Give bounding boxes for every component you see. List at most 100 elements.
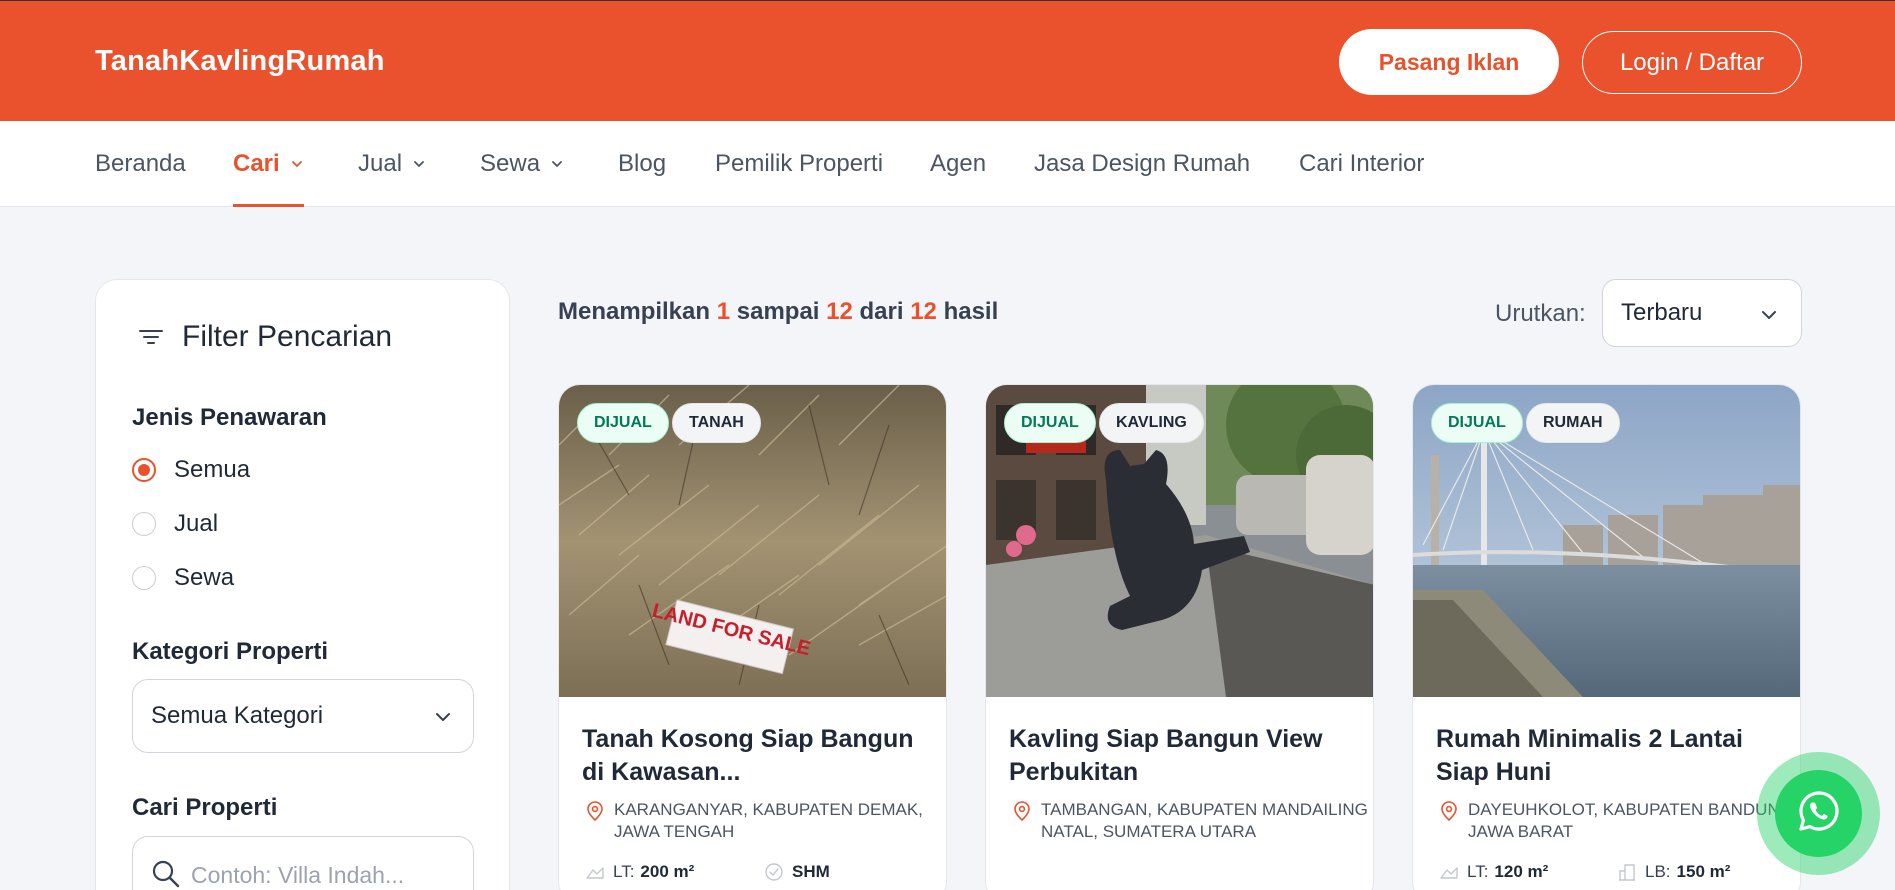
radio-button[interactable] [132, 512, 156, 536]
chevron-down-icon [1759, 304, 1779, 332]
filter-title-text: Filter Pencarian [182, 320, 393, 353]
chevron-down-icon [433, 706, 453, 734]
spec-value: 200 m² [640, 862, 695, 881]
listing-card[interactable]: DIJUAL KAVLING Kavling Siap Bangun View … [985, 384, 1374, 890]
radio-label: Semua [174, 456, 251, 483]
listing-location: TAMBANGAN, KABUPATEN MANDAILING NATAL, S… [1013, 799, 1371, 843]
category-badge: KAVLING [1099, 403, 1204, 443]
results-text: hasil [943, 298, 999, 325]
map-pin-icon [1440, 801, 1458, 843]
listing-image-land[interactable]: LAND FOR SALE DIJUAL TANAH [559, 385, 946, 697]
spec-value: 120 m² [1494, 862, 1549, 881]
nav-label: Beranda [95, 150, 186, 177]
offer-badge: DIJUAL [577, 403, 669, 443]
category-select[interactable]: Semua Kategori [132, 679, 474, 753]
search-field[interactable] [132, 836, 474, 890]
map-pin-icon [1013, 801, 1031, 843]
nav-label: Sewa [480, 150, 541, 177]
brand-logo[interactable]: TanahKavlingRumah [95, 45, 385, 78]
map-pin-icon [586, 801, 604, 843]
main-nav: Beranda Cari Jual Sewa Blog Pemilik Prop… [0, 121, 1895, 207]
spec-value: 150 m² [1676, 862, 1731, 881]
listing-location-text: TAMBANGAN, KABUPATEN MANDAILING NATAL, S… [1041, 800, 1368, 841]
listing-spec-certificate: SHM [764, 862, 830, 882]
sort-label: Urutkan: [1495, 300, 1586, 327]
filter-panel: Filter Pencarian Jenis Penawaran Semua J… [95, 279, 510, 890]
nav-item-beranda[interactable]: Beranda [95, 121, 186, 207]
results-text: sampai [736, 298, 820, 325]
spec-label: LB: [1645, 862, 1671, 881]
results-total: 12 [910, 298, 937, 325]
listing-title[interactable]: Tanah Kosong Siap Bangun di Kawasan... [582, 723, 932, 789]
nav-item-blog[interactable]: Blog [618, 121, 666, 207]
nav-item-jual[interactable]: Jual [358, 121, 426, 207]
nav-item-agen[interactable]: Agen [930, 121, 986, 207]
spec-value: SHM [792, 862, 830, 881]
land-area-icon [585, 862, 605, 882]
nav-item-pemilik-properti[interactable]: Pemilik Properti [715, 121, 883, 207]
nav-label: Blog [618, 150, 667, 177]
chevron-down-icon [290, 157, 304, 171]
top-header: TanahKavlingRumah Pasang Iklan Login / D… [0, 0, 1895, 121]
listing-title[interactable]: Kavling Siap Bangun View Perbukitan [1009, 723, 1359, 789]
radio-button[interactable] [132, 458, 156, 482]
whatsapp-button[interactable] [1775, 770, 1862, 857]
sort-select-value: Terbaru [1621, 299, 1703, 326]
nav-label: Jual [358, 150, 403, 177]
nav-item-cari-interior[interactable]: Cari Interior [1299, 121, 1424, 207]
land-area-icon [1439, 862, 1459, 882]
whatsapp-icon [1795, 787, 1843, 840]
radio-semua[interactable]: Semua [132, 456, 250, 484]
nav-label: Agen [930, 150, 987, 177]
filter-lines-icon [136, 322, 166, 352]
results-text: dari [859, 298, 904, 325]
listing-title[interactable]: Rumah Minimalis 2 Lantai Siap Huni [1436, 723, 1786, 789]
nav-item-cari[interactable]: Cari [233, 121, 304, 207]
listing-spec-building-area: LB: 150 m² [1617, 862, 1730, 882]
filter-title: Filter Pencarian [136, 320, 392, 354]
results-from: 1 [716, 298, 731, 325]
nav-item-sewa[interactable]: Sewa [480, 121, 564, 207]
listing-location-text: DAYEUHKOLOT, KABUPATEN BANDUNG, JAWA BAR… [1468, 800, 1798, 841]
category-select-value: Semua Kategori [151, 702, 324, 729]
chevron-down-icon [412, 157, 426, 171]
nav-label: Cari [233, 150, 280, 177]
nav-label: Pemilik Properti [715, 150, 884, 177]
search-icon [151, 859, 181, 890]
offer-badge: DIJUAL [1431, 403, 1523, 443]
building-icon [1617, 862, 1637, 882]
category-badge: TANAH [672, 403, 761, 443]
listing-card[interactable]: DIJUAL RUMAH Rumah Minimalis 2 Lantai Si… [1412, 384, 1801, 890]
spec-label: LT: [1467, 862, 1489, 881]
search-label: Cari Properti [132, 794, 278, 821]
listing-location: KARANGANYAR, KABUPATEN DEMAK, JAWA TENGA… [586, 799, 944, 843]
check-circle-icon [764, 862, 784, 882]
radio-sewa[interactable]: Sewa [132, 564, 234, 592]
listing-spec-land-area: LT: 120 m² [1439, 862, 1548, 882]
radio-label: Sewa [174, 564, 235, 591]
listing-image-harbor[interactable]: DIJUAL RUMAH [1413, 385, 1800, 697]
radio-label: Jual [174, 510, 219, 537]
offer-badge: DIJUAL [1004, 403, 1096, 443]
radio-jual[interactable]: Jual [132, 510, 218, 538]
spec-label: LT: [613, 862, 635, 881]
nav-label: Cari Interior [1299, 150, 1425, 177]
results-to: 12 [826, 298, 853, 325]
results-count: Menampilkan 1 sampai 12 dari 12 hasil [558, 298, 998, 326]
radio-button[interactable] [132, 566, 156, 590]
offer-type-label: Jenis Penawaran [132, 404, 327, 431]
post-ad-button[interactable]: Pasang Iklan [1339, 29, 1559, 95]
search-input[interactable] [191, 855, 461, 890]
listing-location: DAYEUHKOLOT, KABUPATEN BANDUNG, JAWA BAR… [1440, 799, 1798, 843]
listing-image-street[interactable]: DIJUAL KAVLING [986, 385, 1373, 697]
nav-item-jasa-design-rumah[interactable]: Jasa Design Rumah [1034, 121, 1250, 207]
listing-card[interactable]: LAND FOR SALE DIJUAL TANAH Tanah Kosong … [558, 384, 947, 890]
login-register-button[interactable]: Login / Daftar [1582, 31, 1802, 94]
listing-spec-area: LT: 200 m² [585, 862, 694, 882]
sort-select[interactable]: Terbaru [1602, 279, 1802, 347]
results-text: Menampilkan [558, 298, 711, 325]
chevron-down-icon [550, 157, 564, 171]
nav-label: Jasa Design Rumah [1034, 150, 1251, 177]
category-label: Kategori Properti [132, 638, 329, 665]
listing-location-text: KARANGANYAR, KABUPATEN DEMAK, JAWA TENGA… [614, 800, 923, 841]
